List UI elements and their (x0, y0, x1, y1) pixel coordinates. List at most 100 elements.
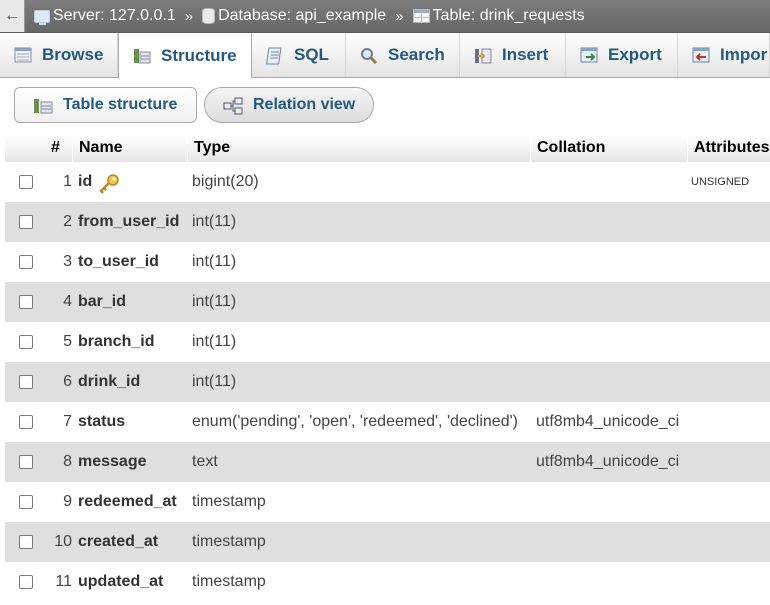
breadcrumb-table[interactable]: Table: drink_requests (412, 7, 585, 25)
table-icon (412, 9, 430, 23)
table-row: 9 redeemed_at timestamp (5, 482, 770, 522)
column-name: id (78, 162, 120, 202)
search-icon (360, 47, 378, 65)
row-checkbox[interactable] (19, 495, 33, 509)
tab-sql[interactable]: SQL (252, 33, 346, 77)
row-checkbox[interactable] (19, 455, 33, 469)
tab-browse[interactable]: Browse (0, 33, 118, 77)
breadcrumb-separator: » (395, 7, 404, 25)
column-header-collation[interactable]: Collation (530, 136, 687, 162)
primary-key-icon (98, 171, 120, 194)
column-type: enum('pending', 'open', 'redeemed', 'dec… (192, 413, 518, 430)
row-number: 1 (63, 173, 72, 190)
row-checkbox[interactable] (19, 535, 33, 549)
table-row: 1 id bigint(20) UNSIGNED (5, 162, 770, 202)
tab-search[interactable]: Search (346, 33, 460, 77)
column-type: int(11) (192, 293, 237, 310)
row-number: 8 (63, 453, 72, 470)
row-checkbox[interactable] (19, 175, 33, 189)
column-attributes: UNSIGNED (691, 176, 750, 188)
column-name: created_at (78, 533, 159, 550)
column-type: timestamp (192, 533, 266, 550)
back-arrow-icon[interactable]: ← (0, 0, 25, 32)
row-number: 10 (54, 533, 72, 550)
tab-import-label: Impor (720, 45, 768, 64)
table-structure-button[interactable]: Table structure (14, 87, 197, 123)
table-row: 5 branch_id int(11) (5, 322, 770, 362)
breadcrumb-server[interactable]: Server: 127.0.0.1 (34, 7, 176, 25)
column-type: int(11) (192, 333, 237, 350)
column-name: branch_id (78, 333, 155, 350)
row-checkbox[interactable] (19, 575, 33, 589)
column-header-type[interactable]: Type (187, 136, 530, 162)
breadcrumb: Server: 127.0.0.1 » Database: api_exampl… (34, 0, 585, 32)
breadcrumb-database[interactable]: Database: api_example (202, 7, 386, 25)
row-number: 9 (63, 493, 72, 510)
column-type: int(11) (192, 213, 237, 230)
row-checkbox[interactable] (19, 335, 33, 349)
table-row: 10 created_at timestamp (5, 522, 770, 562)
row-checkbox[interactable] (19, 375, 33, 389)
tab-search-label: Search (388, 45, 445, 64)
table-structure-label: Table structure (63, 96, 178, 113)
column-name: bar_id (78, 293, 127, 310)
relation-view-label: Relation view (253, 96, 356, 113)
column-name: updated_at (78, 573, 164, 590)
database-icon (202, 8, 216, 24)
row-number: 11 (55, 573, 72, 590)
row-number: 6 (63, 373, 72, 390)
relation-view-button[interactable]: Relation view (204, 87, 374, 123)
table-row: 6 drink_id int(11) (5, 362, 770, 402)
row-number: 5 (63, 333, 72, 350)
breadcrumb-bar: ← Server: 127.0.0.1 » Database: api_exam… (0, 0, 770, 33)
import-icon (692, 47, 710, 63)
row-checkbox[interactable] (19, 215, 33, 229)
column-type: timestamp (192, 493, 266, 510)
breadcrumb-table-label[interactable]: Table: drink_requests (433, 7, 585, 25)
column-type: int(11) (192, 253, 237, 270)
row-checkbox[interactable] (19, 295, 33, 309)
table-row: 2 from_user_id int(11) (5, 202, 770, 242)
column-name-text: id (78, 173, 93, 190)
row-number: 2 (63, 213, 72, 230)
main-tab-bar: Browse Structure SQL Search Insert Expor… (0, 33, 770, 78)
tab-sql-label: SQL (294, 45, 329, 64)
column-collation: utf8mb4_unicode_ci (536, 453, 680, 470)
column-type: text (192, 453, 218, 470)
row-checkbox[interactable] (19, 255, 33, 269)
tab-browse-label: Browse (42, 45, 104, 64)
column-collation: utf8mb4_unicode_ci (536, 413, 680, 430)
tab-insert[interactable]: Insert (460, 33, 566, 77)
structure-icon (133, 48, 151, 64)
breadcrumb-server-label[interactable]: Server: 127.0.0.1 (53, 7, 176, 25)
tab-structure[interactable]: Structure (118, 33, 252, 78)
column-header-name[interactable]: Name (72, 136, 187, 162)
breadcrumb-database-label[interactable]: Database: api_example (218, 7, 386, 25)
column-name: from_user_id (78, 213, 180, 230)
row-number: 3 (63, 253, 72, 270)
row-number: 4 (63, 293, 72, 310)
tab-insert-label: Insert (502, 45, 549, 64)
tab-import[interactable]: Impor (678, 33, 770, 77)
tab-structure-label: Structure (161, 45, 237, 65)
row-checkbox[interactable] (19, 415, 33, 429)
column-header-num[interactable]: # (45, 136, 72, 162)
table-row: 3 to_user_id int(11) (5, 242, 770, 282)
structure-icon (33, 97, 53, 114)
column-type: int(11) (192, 373, 237, 390)
insert-icon (474, 47, 492, 64)
tab-export-label: Export (608, 45, 662, 64)
row-number: 7 (63, 413, 72, 430)
column-header-attributes[interactable]: Attributes (687, 136, 770, 162)
table-row: 7 status enum('pending', 'open', 'redeem… (5, 402, 770, 442)
table-row: 4 bar_id int(11) (5, 282, 770, 322)
column-name: to_user_id (78, 253, 159, 270)
breadcrumb-separator: » (184, 7, 194, 25)
table-header: # Name Type Collation Attributes (5, 136, 770, 162)
column-name: drink_id (78, 373, 141, 390)
server-icon (34, 9, 50, 25)
tab-export[interactable]: Export (566, 33, 678, 77)
column-type: bigint(20) (192, 173, 259, 190)
table-row: 11 updated_at timestamp (5, 562, 770, 602)
column-name: redeemed_at (78, 493, 177, 510)
